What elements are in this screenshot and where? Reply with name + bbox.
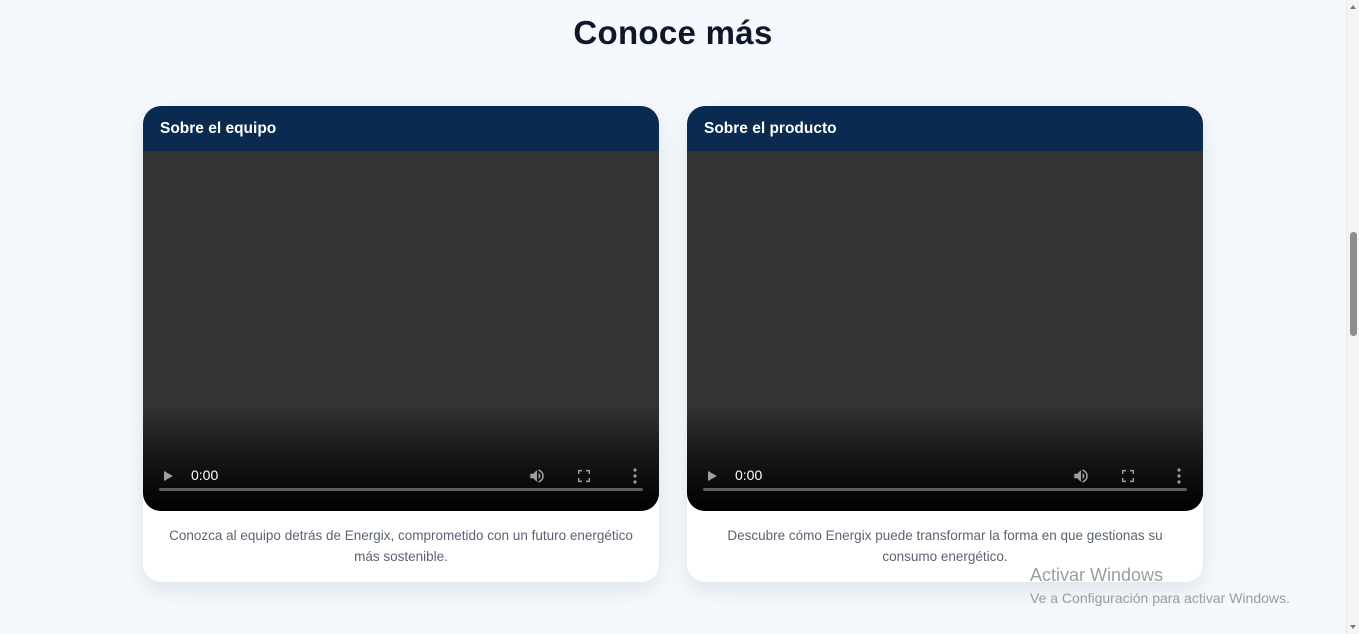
video-player[interactable]: 0:00 — [687, 151, 1203, 511]
video-card-team: Sobre el equipo 0:00 Conozca al equipo d… — [143, 106, 659, 582]
more-vert-icon[interactable] — [625, 464, 645, 488]
windows-activation-watermark: Activar Windows Ve a Configuración para … — [1030, 565, 1290, 608]
fullscreen-icon[interactable] — [572, 464, 596, 488]
watermark-subtitle: Ve a Configuración para activar Windows. — [1030, 590, 1290, 606]
card-header: Sobre el producto — [687, 106, 1203, 151]
scroll-thumb[interactable] — [1350, 232, 1357, 336]
video-controls: 0:00 — [143, 451, 659, 511]
play-icon[interactable] — [157, 465, 179, 487]
section-title: Conoce más — [573, 14, 773, 51]
video-player[interactable]: 0:00 — [143, 151, 659, 511]
play-icon[interactable] — [701, 465, 723, 487]
scroll-down-arrow-icon[interactable] — [1350, 625, 1356, 629]
scroll-up-arrow-icon[interactable] — [1350, 5, 1356, 9]
video-time: 0:00 — [735, 467, 763, 483]
card-description: Conozca al equipo detrás de Energix, com… — [169, 528, 633, 564]
video-progress-bar[interactable] — [703, 488, 1187, 491]
volume-icon[interactable] — [525, 464, 549, 488]
watermark-title: Activar Windows — [1030, 565, 1164, 585]
fullscreen-icon[interactable] — [1116, 464, 1140, 488]
more-vert-icon[interactable] — [1169, 464, 1189, 488]
page-scrollbar[interactable] — [1346, 0, 1359, 634]
video-controls: 0:00 — [687, 451, 1203, 511]
video-card-product: Sobre el producto 0:00 Descubre cómo Ene… — [687, 106, 1203, 582]
video-time: 0:00 — [191, 467, 219, 483]
volume-icon[interactable] — [1069, 464, 1093, 488]
card-header: Sobre el equipo — [143, 106, 659, 151]
card-description: Descubre cómo Energix puede transformar … — [727, 528, 1163, 564]
video-progress-bar[interactable] — [159, 488, 643, 491]
page: Conoce más Sobre el equipo 0:00 Conozca … — [0, 0, 1347, 634]
